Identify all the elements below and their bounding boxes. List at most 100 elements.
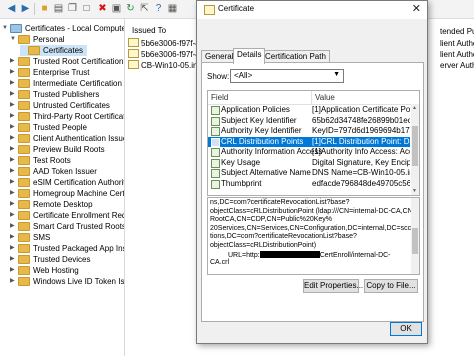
column-header-field[interactable]: Field [211,93,228,102]
column-divider[interactable] [311,91,312,104]
tab-details[interactable]: Details [233,48,266,64]
expand-icon[interactable]: ▶ [10,232,18,243]
detail-scrollbar[interactable] [411,198,419,274]
tree-item[interactable]: ▶ eSIM Certification Authorities [10,177,124,188]
copy-to-file-button[interactable]: Copy to File... [364,279,418,293]
scroll-thumb[interactable] [412,228,418,254]
tree-item[interactable]: ▶ Test Roots [10,155,71,166]
certificate-intended-purpose[interactable]: lient Authe [440,49,474,60]
field-row[interactable]: Thumbprint edfacde796848de49705c5617... [208,179,410,189]
expand-icon[interactable]: ▶ [10,166,18,177]
expand-icon[interactable]: ▶ [10,254,18,265]
delete-icon[interactable]: ✖ [97,3,108,14]
detail-line: objectClass=cRLDistributionPoint (ldap:/… [210,207,420,215]
expand-icon[interactable]: ▶ [10,67,18,78]
tree-item[interactable]: ▶ Trusted Publishers [10,89,99,100]
edit-properties-button[interactable]: Edit Properties... [303,279,363,293]
expand-icon[interactable]: ▶ [10,78,18,89]
tree-item[interactable]: ▶ Remote Desktop [10,199,93,210]
tree-item[interactable]: ▶ Windows Live ID Token Issuer [10,276,124,287]
scroll-up-icon[interactable]: ▲ [412,105,417,111]
tree-item[interactable]: ▶ Trusted Packaged App Installa [10,243,124,254]
scroll-thumb[interactable] [412,126,418,166]
refresh-icon[interactable]: ↻ [125,3,136,14]
tree-item[interactable]: ▶ Enterprise Trust [10,67,89,78]
expand-icon[interactable]: ▶ [10,276,18,287]
column-header-intended-purposes[interactable]: tended Pur [440,26,474,37]
field-row[interactable]: Authority Key Identifier KeyID=797d6d1969… [208,126,410,136]
certificate-row[interactable]: CB-Win10-05.inte [128,60,204,71]
fields-list[interactable]: Field Value Application Policies [1]Appli… [207,90,420,196]
tree-item[interactable]: ▶ Homegroup Machine Certificat [10,188,124,199]
close-icon[interactable]: ✕ [412,2,421,15]
expand-icon[interactable]: ▶ [10,122,18,133]
tree-item[interactable]: ▶ Untrusted Certificates [10,100,110,111]
tree-item[interactable]: ▶ Trusted Devices [10,254,91,265]
details-panel: Show: <All> ▼ Field Value Application Po… [201,62,424,322]
help-icon[interactable]: ? [153,3,164,14]
ok-button[interactable]: OK [390,322,422,336]
collapse-icon[interactable]: ▼ [2,23,10,34]
tree-item[interactable]: ▶ Preview Build Roots [10,144,105,155]
expand-icon[interactable]: ▶ [10,199,18,210]
expand-icon[interactable]: ▶ [10,188,18,199]
fields-scrollbar[interactable]: ▲ ▼ [411,104,419,195]
mmc-icon[interactable]: ▦ [167,3,178,14]
show-select[interactable]: <All> ▼ [230,69,344,83]
expand-icon[interactable]: ▶ [10,177,18,188]
tree-item[interactable]: ▶ Certificate Enrollment Reque [10,210,124,221]
tree-item[interactable]: ▶ Trusted People [10,122,87,133]
expand-icon[interactable]: ▶ [10,133,18,144]
column-header-value[interactable]: Value [315,93,335,102]
tree-item-label: Enterprise Trust [33,68,90,77]
copy-icon[interactable]: ❐ [67,3,78,14]
expand-icon[interactable]: ▶ [10,155,18,166]
scroll-down-icon[interactable]: ▼ [412,188,417,194]
expand-icon[interactable]: ▶ [10,265,18,276]
detail-line: ns,DC=com?certificateRevocationList?base… [210,199,350,206]
field-row[interactable]: CRL Distribution Points [1]CRL Distributi… [208,136,410,147]
tree-item-personal[interactable]: ▼ Personal [10,34,65,45]
field-row[interactable]: Subject Key Identifier 65b62d34748fe26899… [208,116,410,126]
column-header-issued-to[interactable]: Issued To [132,24,166,37]
tree-item[interactable]: ▶ Intermediate Certification Au [10,78,124,89]
field-value: 65b62d34748fe26899b01ecb... [312,115,410,125]
field-row[interactable]: Key Usage Digital Signature, Key Encipher… [208,158,410,168]
tree-icon[interactable]: ▤ [53,3,64,14]
certificate-intended-purpose[interactable]: lient Authe [440,38,474,49]
tree-root[interactable]: ▼ Certificates - Local Computer [2,23,124,34]
field-row[interactable]: Authority Information Access [1]Authority… [208,147,410,157]
collapse-icon[interactable]: ▼ [10,34,18,45]
field-value-textbox[interactable]: ns,DC=com?certificateRevocationList?base… [207,197,420,275]
export-icon[interactable]: ⇱ [139,3,150,14]
properties-icon[interactable]: ▣ [111,3,122,14]
forward-arrow-icon[interactable]: ▶ [20,3,31,14]
expand-icon[interactable]: ▶ [10,210,18,221]
tree-item[interactable]: ▶ SMS [10,232,50,243]
tree-item-label: Certificates [43,46,84,55]
expand-icon[interactable]: ▶ [10,243,18,254]
paste-icon[interactable]: □ [81,3,92,14]
tree-item[interactable]: ▶ Client Authentication Issuers [10,133,124,144]
pane-splitter[interactable] [124,18,125,356]
up-folder-icon[interactable]: ■ [39,3,50,14]
tree-item[interactable]: ▶ Trusted Root Certification Au [10,56,124,67]
expand-icon[interactable]: ▶ [10,221,18,232]
tree-item[interactable]: ▶ Web Hosting [10,265,79,276]
certificate-intended-purpose[interactable]: erver Authe [440,60,474,71]
certificate-row[interactable]: 5b6e3006-f97f-4c [128,49,204,60]
field-row[interactable]: Subject Alternative Name DNS Name=CB-Win1… [208,168,410,178]
tree-item[interactable]: ▶ Third-Party Root Certification [10,111,124,122]
expand-icon[interactable]: ▶ [10,100,18,111]
field-name: CRL Distribution Points [221,136,304,146]
expand-icon[interactable]: ▶ [10,56,18,67]
field-row[interactable]: Application Policies [1]Application Certi… [208,105,410,115]
tree-item[interactable]: ▶ Smart Card Trusted Roots [10,221,124,232]
expand-icon[interactable]: ▶ [10,144,18,155]
back-arrow-icon[interactable]: ◀ [6,3,17,14]
tree-item-personal-certificates[interactable]: Certificates [20,45,88,56]
tree-item[interactable]: ▶ AAD Token Issuer [10,166,97,177]
expand-icon[interactable]: ▶ [10,89,18,100]
expand-icon[interactable]: ▶ [10,111,18,122]
certificate-row[interactable]: 5b6e3006-f97f-4c [128,38,204,49]
